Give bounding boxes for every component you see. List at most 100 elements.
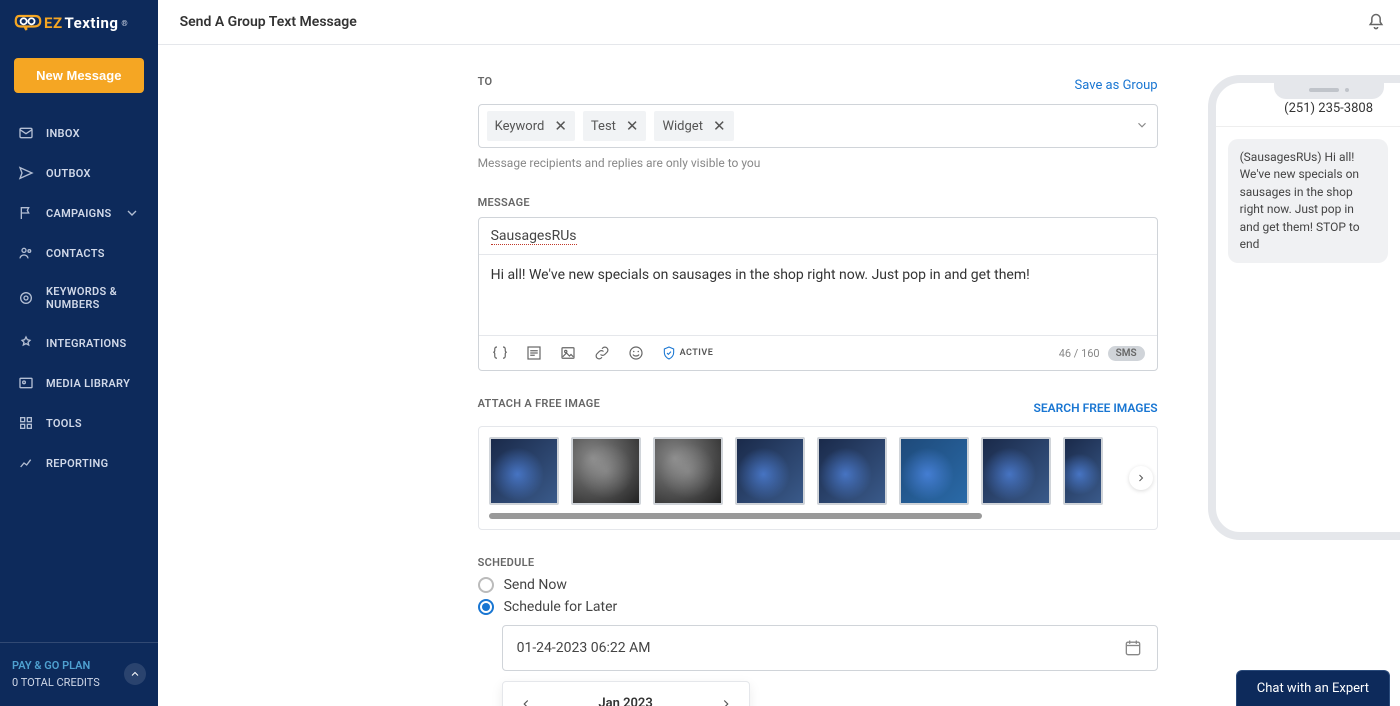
- sidebar-item-reporting[interactable]: REPORTING: [0, 443, 158, 483]
- sidebar-item-label: OUTBOX: [46, 167, 91, 180]
- search-free-images-link[interactable]: SEARCH FREE IMAGES: [1034, 401, 1158, 415]
- preview-message-bubble: (SausagesRUs) Hi all! We've new specials…: [1228, 139, 1388, 263]
- image-thumb[interactable]: [653, 437, 723, 505]
- template-icon[interactable]: [525, 344, 543, 362]
- plan-box[interactable]: PAY & GO PLAN 0 TOTAL CREDITS: [0, 642, 158, 706]
- grid-icon: [18, 415, 34, 431]
- cal-next-button[interactable]: [719, 697, 733, 706]
- chevron-down-icon: [124, 205, 140, 221]
- radio-icon: [478, 599, 494, 615]
- sidebar-item-campaigns[interactable]: CAMPAIGNS: [0, 193, 158, 233]
- phone-notch: [1274, 81, 1384, 99]
- attach-label: ATTACH A FREE IMAGE: [478, 397, 601, 410]
- chip-remove-icon[interactable]: ✕: [554, 117, 567, 135]
- chevron-down-icon[interactable]: [1135, 117, 1149, 136]
- sidebar-item-contacts[interactable]: CONTACTS: [0, 233, 158, 273]
- chat-widget-button[interactable]: Chat with an Expert: [1236, 670, 1390, 706]
- sidebar-item-tools[interactable]: TOOLS: [0, 403, 158, 443]
- image-gallery: [478, 426, 1158, 530]
- to-helper-text: Message recipients and replies are only …: [478, 156, 1158, 170]
- sidebar-item-label: MEDIA LIBRARY: [46, 377, 130, 390]
- sidebar-item-keywords[interactable]: KEYWORDS & NUMBERS: [0, 273, 158, 323]
- message-toolbar: ACTIVE 46 / 160 SMS: [479, 335, 1157, 370]
- sidebar-item-label: KEYWORDS & NUMBERS: [46, 285, 140, 311]
- radio-label: Schedule for Later: [504, 599, 618, 615]
- send-icon: [18, 165, 34, 181]
- message-label: MESSAGE: [478, 196, 1158, 209]
- sidebar-item-label: REPORTING: [46, 457, 108, 470]
- recipient-chip: Widget ✕: [654, 111, 733, 141]
- cal-month-year: Jan 2023: [598, 696, 652, 706]
- message-body-input[interactable]: Hi all! We've new specials on sausages i…: [479, 255, 1157, 335]
- datetime-value: 01-24-2023 06:22 AM: [517, 640, 651, 656]
- calendar-icon: [1123, 638, 1143, 658]
- shield-check-icon: [661, 345, 677, 361]
- contacts-icon: [18, 245, 34, 261]
- sidebar: EZTexting® New Message INBOX OUTBOX CAMP…: [0, 0, 158, 706]
- sidebar-item-inbox[interactable]: INBOX: [0, 113, 158, 153]
- radio-icon: [478, 577, 494, 593]
- sidebar-item-media[interactable]: MEDIA LIBRARY: [0, 363, 158, 403]
- inbox-icon: [18, 125, 34, 141]
- integrations-icon: [18, 335, 34, 351]
- new-message-button[interactable]: New Message: [14, 58, 144, 93]
- flag-icon: [18, 205, 34, 221]
- page-title: Send A Group Text Message: [180, 14, 357, 30]
- phone-preview: (251) 235-3808 (SausagesRUs) Hi all! We'…: [1208, 75, 1400, 540]
- braces-icon[interactable]: [491, 344, 509, 362]
- calendar-popup: Jan 2023 Su Mo Tu We Th Fr Sa: [502, 681, 750, 706]
- radio-send-now[interactable]: Send Now: [478, 577, 1158, 593]
- compliance-active-badge[interactable]: ACTIVE: [661, 345, 714, 361]
- logo[interactable]: EZTexting®: [0, 0, 158, 44]
- brand-text1: EZ: [44, 14, 63, 32]
- gallery-next-button[interactable]: [1129, 466, 1153, 490]
- message-subject-input[interactable]: SausagesRUs: [479, 218, 1157, 255]
- recipient-chip: Test ✕: [583, 111, 647, 141]
- sidebar-item-label: INTEGRATIONS: [46, 337, 127, 350]
- nav: INBOX OUTBOX CAMPAIGNS CONTACTS KEYWORDS…: [0, 107, 158, 642]
- link-icon[interactable]: [593, 344, 611, 362]
- gallery-scrollbar[interactable]: [489, 513, 983, 519]
- chip-label: Test: [591, 119, 616, 134]
- sidebar-item-label: CONTACTS: [46, 247, 105, 260]
- sidebar-item-label: TOOLS: [46, 417, 82, 430]
- image-thumb[interactable]: [899, 437, 969, 505]
- image-thumb[interactable]: [817, 437, 887, 505]
- image-icon[interactable]: [559, 344, 577, 362]
- recipient-chip: Keyword ✕: [487, 111, 575, 141]
- chart-icon: [18, 455, 34, 471]
- sidebar-item-outbox[interactable]: OUTBOX: [0, 153, 158, 193]
- to-input[interactable]: Keyword ✕ Test ✕ Widget ✕: [478, 104, 1158, 148]
- message-subject-text: SausagesRUs: [491, 228, 577, 245]
- image-thumb[interactable]: [1063, 437, 1103, 505]
- topbar: Send A Group Text Message: [158, 0, 1400, 45]
- sidebar-item-label: INBOX: [46, 127, 80, 140]
- brand-text2: Texting: [65, 14, 119, 32]
- image-thumb[interactable]: [981, 437, 1051, 505]
- radio-schedule-later[interactable]: Schedule for Later: [478, 599, 1158, 615]
- cal-prev-button[interactable]: [519, 697, 533, 706]
- image-thumb[interactable]: [571, 437, 641, 505]
- chevron-up-icon: [124, 663, 146, 685]
- plan-name: PAY & GO PLAN: [12, 657, 100, 675]
- plan-credits: 0 TOTAL CREDITS: [12, 674, 100, 692]
- chip-remove-icon[interactable]: ✕: [626, 117, 639, 135]
- brand-icon: [14, 12, 42, 34]
- sms-pill: SMS: [1108, 346, 1145, 361]
- chip-remove-icon[interactable]: ✕: [713, 117, 726, 135]
- schedule-label: SCHEDULE: [478, 556, 1158, 569]
- char-count: 46 / 160: [1059, 347, 1100, 360]
- emoji-icon[interactable]: [627, 344, 645, 362]
- media-icon: [18, 375, 34, 391]
- image-thumb[interactable]: [489, 437, 559, 505]
- schedule-datetime-input[interactable]: 01-24-2023 06:22 AM: [502, 625, 1158, 671]
- sidebar-item-integrations[interactable]: INTEGRATIONS: [0, 323, 158, 363]
- sidebar-item-label: CAMPAIGNS: [46, 207, 112, 220]
- image-thumb[interactable]: [735, 437, 805, 505]
- chip-label: Keyword: [495, 119, 545, 134]
- save-as-group-link[interactable]: Save as Group: [1075, 78, 1158, 93]
- radio-label: Send Now: [504, 577, 567, 593]
- bell-icon[interactable]: [1366, 12, 1386, 32]
- to-label: TO: [478, 75, 493, 88]
- target-icon: [18, 290, 34, 306]
